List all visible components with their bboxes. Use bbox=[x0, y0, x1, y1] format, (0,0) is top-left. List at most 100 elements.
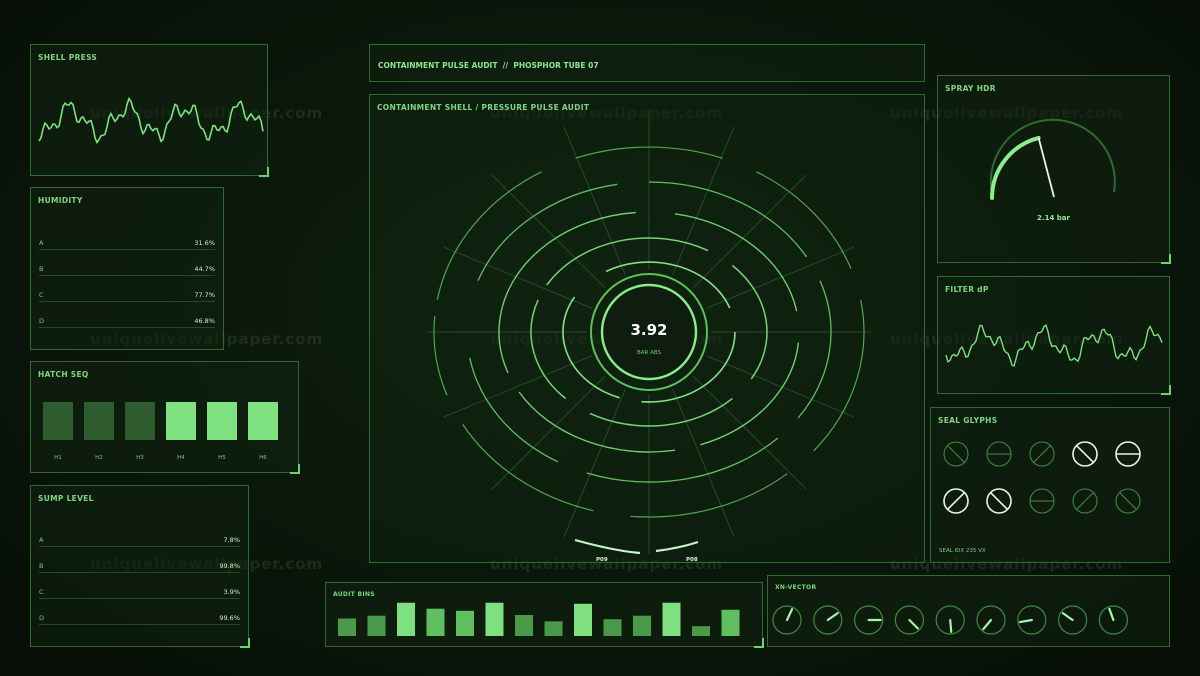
audit-bin bbox=[603, 619, 622, 636]
pulse-arc bbox=[630, 473, 788, 518]
hatch-label: H3 bbox=[136, 455, 144, 461]
row-label: D bbox=[39, 317, 45, 325]
audit-bins-panel: AUDIT BINS bbox=[325, 582, 764, 648]
center-value: 3.92 bbox=[630, 321, 668, 339]
vector-dial bbox=[772, 605, 802, 635]
radial-line bbox=[706, 355, 855, 418]
gauge-value: 2.14 bar bbox=[1037, 214, 1070, 222]
audit-bin bbox=[485, 602, 504, 636]
row-label: C bbox=[39, 588, 44, 596]
humidity-row: C 77.7% bbox=[39, 290, 215, 302]
pulse-arc bbox=[469, 357, 559, 463]
humidity-row: B 44.7% bbox=[39, 264, 215, 276]
sump-level-panel: SUMP LEVEL A 7.8% B 99.8% C 3.9% D 99.6% bbox=[30, 485, 250, 648]
hatch-label: H1 bbox=[54, 455, 62, 461]
vector-dial bbox=[853, 605, 884, 635]
audit-bin bbox=[662, 602, 681, 636]
humidity-row: D 46.8% bbox=[39, 316, 215, 328]
radial-line bbox=[443, 355, 592, 418]
sump-row: B 99.8% bbox=[39, 561, 240, 573]
radial-line bbox=[563, 389, 626, 538]
audit-bin bbox=[544, 621, 563, 636]
sump-row: D 99.6% bbox=[39, 613, 240, 625]
seal-glyph bbox=[1072, 488, 1098, 514]
vector-dial bbox=[894, 605, 924, 635]
center-unit: BAR ABS bbox=[636, 350, 662, 356]
seal-glyph-grid bbox=[943, 441, 1141, 514]
main-panel: CONTAINMENT SHELL / PRESSURE PULSE AUDIT… bbox=[369, 94, 925, 563]
row-label: B bbox=[39, 562, 44, 570]
seal-glyph bbox=[943, 441, 969, 467]
seal-glyph bbox=[986, 441, 1012, 467]
radial-line bbox=[692, 375, 807, 490]
audit-bin bbox=[426, 608, 445, 636]
hatch-label: H4 bbox=[177, 455, 185, 461]
xn-vector-dials bbox=[772, 605, 1128, 635]
pulse-arc bbox=[648, 181, 808, 258]
vector-dial bbox=[813, 605, 843, 635]
row-label: D bbox=[39, 614, 45, 622]
pulse-arc bbox=[518, 391, 676, 453]
seal-glyph bbox=[1072, 441, 1098, 467]
shell-press-waveform bbox=[38, 96, 264, 145]
panel-title: HATCH SEQ bbox=[38, 370, 89, 379]
spray-hdr-panel: SPRAY HDR 2.14 bar bbox=[937, 75, 1171, 264]
hatch-block bbox=[248, 402, 278, 440]
marker-label: P08 bbox=[686, 557, 698, 563]
pulse-arc bbox=[433, 315, 448, 396]
panel-title: HUMIDITY bbox=[38, 196, 83, 205]
hatch-block bbox=[43, 402, 73, 440]
pulse-arc bbox=[500, 211, 636, 312]
hatch-block bbox=[84, 402, 114, 440]
audit-bin bbox=[367, 615, 386, 636]
pulse-arc bbox=[462, 424, 594, 512]
bottom-arc-marker bbox=[574, 538, 641, 555]
pulse-arc bbox=[700, 342, 800, 446]
pulse-arc bbox=[813, 299, 865, 452]
panel-title: SUMP LEVEL bbox=[38, 494, 94, 503]
seal-glyph bbox=[1115, 488, 1141, 514]
audit-bin bbox=[574, 603, 592, 636]
header-title: CONTAINMENT PULSE AUDIT // PHOSPHOR TUBE… bbox=[378, 61, 599, 70]
pulse-arc bbox=[589, 397, 733, 427]
row-value: 7.8% bbox=[223, 536, 240, 544]
vector-dial bbox=[935, 605, 965, 635]
audit-bin bbox=[515, 615, 533, 636]
humidity-panel: HUMIDITY A 31.6% B 44.7% C 77.7% D 46.8% bbox=[30, 187, 224, 350]
sump-row: C 3.9% bbox=[39, 587, 240, 599]
header-bar: CONTAINMENT PULSE AUDIT // PHOSPHOR TUBE… bbox=[369, 44, 925, 82]
hatch-block bbox=[207, 402, 237, 440]
hatch-block bbox=[125, 402, 155, 440]
humidity-row: A 31.6% bbox=[39, 238, 215, 250]
row-label: B bbox=[39, 265, 44, 273]
hatch-label: H6 bbox=[259, 455, 267, 461]
gauge-track bbox=[989, 118, 1116, 199]
seal-glyphs-panel: SEAL GLYPHS SEAL IDX 235 VX bbox=[930, 407, 1170, 563]
sump-row: A 7.8% bbox=[39, 535, 240, 547]
hatch-seq-panel: HATCH SEQ H1 H2 H3 H4 H5 H6 bbox=[30, 361, 300, 474]
hatch-label: H5 bbox=[218, 455, 226, 461]
seal-glyph bbox=[943, 488, 969, 514]
audit-bin bbox=[397, 602, 415, 636]
pulse-arc bbox=[530, 299, 567, 400]
row-value: 99.8% bbox=[219, 562, 240, 570]
audit-bin bbox=[633, 615, 651, 636]
radial-line bbox=[443, 246, 592, 309]
filter-dp-waveform bbox=[945, 324, 1163, 367]
vector-dial bbox=[976, 605, 1006, 635]
row-value: 31.6% bbox=[194, 239, 215, 247]
pulse-arc bbox=[731, 264, 768, 380]
gauge-needle bbox=[1037, 137, 1055, 198]
seal-glyph bbox=[1029, 488, 1055, 514]
radial-line bbox=[706, 246, 855, 309]
audit-bin bbox=[721, 609, 740, 636]
row-value: 99.6% bbox=[219, 614, 240, 622]
audit-bin bbox=[338, 618, 356, 636]
row-value: 46.8% bbox=[194, 317, 215, 325]
shell-press-panel: SHELL PRESS bbox=[30, 44, 269, 177]
row-value: 77.7% bbox=[194, 291, 215, 299]
marker-label: P09 bbox=[596, 557, 608, 563]
filter-dp-panel: FILTER dP bbox=[937, 276, 1171, 395]
row-value: 3.9% bbox=[223, 588, 240, 596]
pulse-arc bbox=[674, 213, 798, 312]
